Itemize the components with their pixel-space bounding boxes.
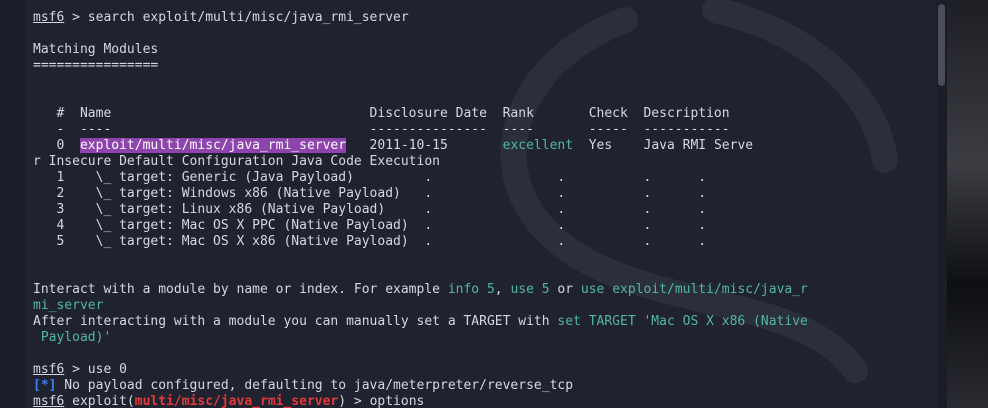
terminal-text: exploit/multi/misc/java_rmi_server xyxy=(79,138,347,153)
scrollbar[interactable] xyxy=(937,0,947,408)
terminal-line: ================ xyxy=(33,58,158,74)
terminal-text: use 5 xyxy=(510,282,550,297)
terminal-text: , xyxy=(494,282,511,297)
terminal-text: 5 \_ target: Mac OS X x86 (Native Payloa… xyxy=(33,234,707,249)
terminal-text: mi_server xyxy=(33,298,104,313)
terminal-line: msf6 > use 0 xyxy=(33,362,127,378)
terminal-line: msf6 exploit(multi/misc/java_rmi_server)… xyxy=(33,394,424,408)
terminal-text: excellent xyxy=(502,138,574,153)
terminal-line: 0 exploit/multi/misc/java_rmi_server 201… xyxy=(33,138,753,154)
terminal-text: exploit( xyxy=(64,394,135,408)
terminal-text: Interact with a module by name or index.… xyxy=(33,282,448,297)
terminal-text: Yes Java RMI Serve xyxy=(573,138,754,153)
terminal-text: msf6 xyxy=(33,362,65,377)
terminal-text: 2011-10-15 xyxy=(346,138,503,153)
terminal-line: - ---- --------------- ---- ----- ------… xyxy=(33,122,730,138)
terminal-text: use exploit/multi/misc/java_r xyxy=(580,282,808,297)
terminal-line: msf6 > search exploit/multi/misc/java_rm… xyxy=(33,10,409,26)
terminal-text: - ---- --------------- ---- ----- ------… xyxy=(33,122,730,137)
terminal-line: Matching Modules xyxy=(33,42,158,58)
terminal-text: 0 xyxy=(33,138,80,153)
terminal-line: 5 \_ target: Mac OS X x86 (Native Payloa… xyxy=(33,234,706,250)
terminal-text: Matching Modules xyxy=(33,42,159,57)
terminal-window[interactable]: msf6 > search exploit/multi/misc/java_rm… xyxy=(25,0,947,408)
terminal-line: mi_server xyxy=(33,298,103,314)
terminal-line: # Name Disclosure Date Rank Check Descri… xyxy=(33,106,730,122)
terminal-text: After interacting with a module you can … xyxy=(33,314,558,329)
terminal-text: set TARGET 'Mac OS X x86 (Native xyxy=(557,314,808,329)
terminal-text: multi/misc/java_rmi_server xyxy=(134,394,339,408)
terminal-text: > use 0 xyxy=(64,362,127,377)
terminal-text: Payload)' xyxy=(33,330,112,345)
desktop-background xyxy=(947,0,988,408)
terminal-line: 3 \_ target: Linux x86 (Native Payload) … xyxy=(33,202,706,218)
terminal-text: or xyxy=(549,282,581,297)
terminal-text: msf6 xyxy=(33,394,65,408)
scrollbar-thumb[interactable] xyxy=(938,4,945,86)
terminal-text: r Insecure Default Configuration Java Co… xyxy=(33,154,440,169)
terminal-text: 3 \_ target: Linux x86 (Native Payload) … xyxy=(33,202,707,217)
terminal-text: [*] xyxy=(33,378,57,393)
terminal-text: > search exploit/multi/misc/java_rmi_ser… xyxy=(64,10,409,25)
terminal-line: After interacting with a module you can … xyxy=(33,314,808,330)
terminal-text: 1 \_ target: Generic (Java Payload) . . … xyxy=(33,170,707,185)
terminal-text: No payload configured, defaulting to jav… xyxy=(56,378,574,393)
terminal-text: 4 \_ target: Mac OS X PPC (Native Payloa… xyxy=(33,218,707,233)
terminal-line: Payload)' xyxy=(33,330,111,346)
terminal-text: # Name Disclosure Date Rank Check Descri… xyxy=(33,106,730,121)
terminal-line: Interact with a module by name or index.… xyxy=(33,282,808,298)
terminal-text: ================ xyxy=(33,58,159,73)
terminal-line: 2 \_ target: Windows x86 (Native Payload… xyxy=(33,186,706,202)
terminal-line: 1 \_ target: Generic (Java Payload) . . … xyxy=(33,170,706,186)
terminal-text: 2 \_ target: Windows x86 (Native Payload… xyxy=(33,186,707,201)
terminal-line: 4 \_ target: Mac OS X PPC (Native Payloa… xyxy=(33,218,706,234)
terminal-text: info 5 xyxy=(447,282,495,297)
terminal-text: msf6 xyxy=(33,10,65,25)
terminal-line: r Insecure Default Configuration Java Co… xyxy=(33,154,440,170)
terminal-text: ) > options xyxy=(338,394,425,408)
terminal-line: [*] No payload configured, defaulting to… xyxy=(33,378,573,394)
